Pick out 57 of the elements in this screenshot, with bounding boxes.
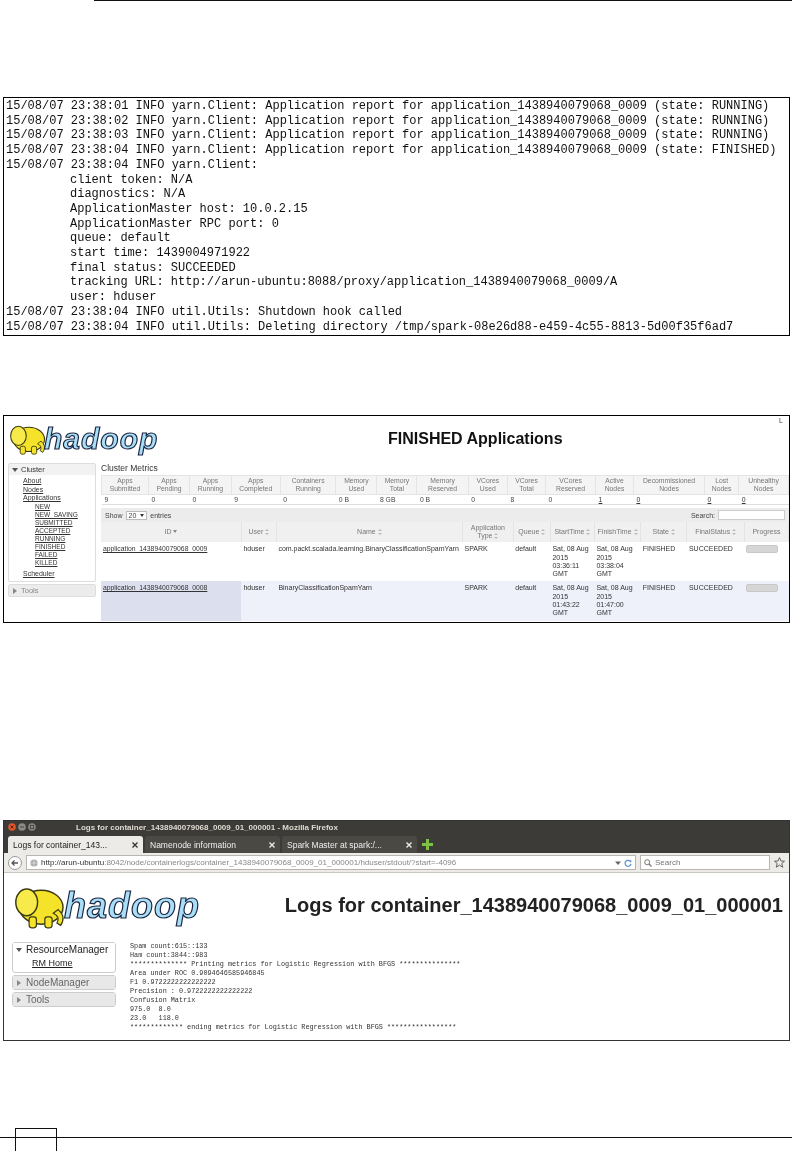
browser-tab[interactable]: Logs for container_143...	[8, 836, 143, 854]
sort-icon	[633, 529, 638, 536]
sort-icon	[586, 529, 591, 536]
search-field[interactable]: Search	[640, 855, 770, 871]
log-line: 15/08/07 23:38:04 INFO util.Utils: Shutdown hook called	[6, 304, 404, 320]
star-icon	[774, 857, 785, 869]
window-title: Logs for container_1438940079068_0009_01_000001 - Mozilla Firefox	[76, 822, 338, 832]
page-title: FINISHED Applications	[388, 430, 564, 449]
search-field[interactable]	[718, 510, 785, 521]
sidebar-header[interactable]: ResourceManager	[13, 943, 115, 957]
caret-down-icon	[140, 512, 145, 519]
log-line: start time: 1439004971922	[69, 246, 252, 261]
sidebar-header[interactable]: Tools	[13, 993, 115, 1007]
sort-icon	[377, 529, 382, 536]
sidebar-header[interactable]: NodeManager	[13, 976, 115, 990]
globe-icon	[30, 858, 38, 867]
log-line: 15/08/07 23:38:04 INFO yarn.Client: Application report for application_1438940079068_0009 (state: FINISHED)	[6, 143, 778, 158]
back-icon[interactable]	[8, 855, 22, 870]
log-line: final status: SUCCEEDED	[69, 260, 237, 276]
caret-down-icon	[12, 466, 18, 473]
log-line: user: hduser	[69, 290, 158, 305]
caret-right-icon	[16, 996, 22, 1003]
log-line: client token: N/A	[69, 172, 194, 188]
dropdown-icon	[615, 859, 621, 866]
close-icon	[132, 841, 138, 848]
log-line: 15/08/07 23:38:04 INFO yarn.Client:	[6, 157, 260, 173]
caret-right-icon	[12, 587, 18, 594]
logo-text: hadoop	[64, 887, 200, 924]
log-line: 15/08/07 23:38:02 INFO yarn.Client: Application report for application_1438940079068_0009 (state: RUNNING)	[6, 113, 771, 129]
logo-text: hadoop	[44, 423, 159, 454]
sort-icon	[670, 529, 675, 536]
log-line: ApplicationMaster RPC port: 0	[69, 216, 280, 232]
address-bar[interactable]: http://arun-ubuntu:8042/node/containerlogs/container_1438940079068_0009_01_000001/hduser/stdout/?start=-4096	[26, 855, 636, 871]
sort-icon	[494, 533, 499, 540]
page-heading: Logs for container_1438940079068_0009_01_000001	[284, 894, 783, 918]
search-icon	[644, 858, 652, 867]
sidebar-link[interactable]: RM Home	[13, 956, 115, 973]
close-icon	[8, 823, 16, 832]
new-tab-icon[interactable]	[422, 839, 433, 851]
sort-icon	[265, 529, 270, 536]
sort-icon	[732, 529, 737, 536]
log-line: tracking URL: http://arun-ubuntu:8088/proxy/application_1438940079068_0009/A	[69, 275, 619, 291]
log-line: 15/08/07 23:38:01 INFO yarn.Client: Application report for application_1438940079068_0009 (state: RUNNING)	[6, 99, 771, 114]
reload-icon	[624, 858, 632, 867]
close-icon	[269, 841, 275, 848]
close-icon	[406, 841, 412, 848]
browser-tab[interactable]: Spark Master at spark:/...	[282, 836, 417, 854]
log-line: diagnostics: N/A	[69, 187, 187, 202]
sort-icon	[541, 529, 546, 536]
browser-tab[interactable]: Namenode information	[145, 836, 280, 854]
section-title: Cluster Metrics	[101, 463, 159, 474]
log-line: queue: default	[69, 231, 172, 247]
caret-down-icon	[16, 946, 22, 953]
log-line: 15/08/07 23:38:03 INFO yarn.Client: Application report for application_1438940079068_0009 (state: RUNNING)	[6, 128, 771, 144]
caret-right-icon	[16, 979, 22, 986]
log-line: 15/08/07 23:38:04 INFO util.Utils: Deleting directory /tmp/spark-08e26d88-e459-4c55-8813-5d00f35f6ad7	[6, 319, 735, 335]
log-line: ApplicationMaster host: 10.0.2.15	[69, 201, 309, 217]
